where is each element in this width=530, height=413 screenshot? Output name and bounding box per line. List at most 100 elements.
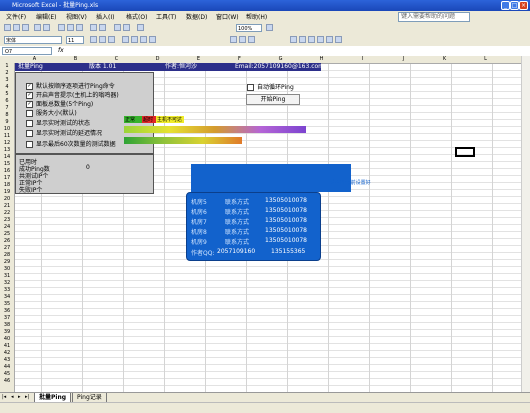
option-row[interactable]: 显示实时测试的状态	[26, 118, 90, 127]
menu-file[interactable]: 文件(F)	[6, 12, 26, 21]
menu-tools[interactable]: 工具(T)	[156, 12, 176, 21]
vertical-scrollbar[interactable]	[521, 56, 530, 392]
row-number[interactable]: 1	[0, 63, 14, 70]
align-center-icon[interactable]	[131, 36, 138, 43]
checkbox-icon[interactable]: ✓	[26, 101, 33, 108]
row-number[interactable]: 10	[0, 126, 14, 133]
row-number[interactable]: 17	[0, 175, 14, 182]
maximize-icon[interactable]: □	[510, 1, 519, 10]
menu-edit[interactable]: 编辑(E)	[36, 12, 56, 21]
menu-view[interactable]: 视图(V)	[66, 12, 87, 21]
column-letter[interactable]: E	[178, 56, 219, 63]
paste-icon[interactable]	[76, 24, 83, 31]
row-number[interactable]: 13	[0, 147, 14, 154]
row-number[interactable]: 43	[0, 357, 14, 364]
redo-icon[interactable]	[99, 24, 106, 31]
row-number[interactable]: 5	[0, 91, 14, 98]
option-row[interactable]: 显示实时测试的延迟情况	[26, 128, 102, 137]
row-number[interactable]: 23	[0, 217, 14, 224]
row-number[interactable]: 16	[0, 168, 14, 175]
option-row[interactable]: 显示最后60次数量的测试数据	[26, 139, 116, 148]
merge-icon[interactable]	[149, 36, 156, 43]
italic-icon[interactable]	[99, 36, 106, 43]
column-letter[interactable]: J	[383, 56, 424, 63]
row-number[interactable]: 7	[0, 105, 14, 112]
row-number[interactable]: 28	[0, 252, 14, 259]
zoom-select[interactable]: 100%	[236, 24, 262, 32]
row-number[interactable]: 44	[0, 364, 14, 371]
auto-ping-option[interactable]: 自动循环Ping	[247, 82, 294, 91]
column-letter[interactable]: C	[96, 56, 137, 63]
row-number[interactable]: 42	[0, 350, 14, 357]
row-number[interactable]: 20	[0, 196, 14, 203]
print-icon[interactable]	[34, 24, 41, 31]
column-letter[interactable]: I	[342, 56, 383, 63]
row-number[interactable]: 9	[0, 119, 14, 126]
row-number[interactable]: 41	[0, 343, 14, 350]
row-number[interactable]: 3	[0, 77, 14, 84]
option-row[interactable]: 服务大小(默认)	[26, 108, 77, 117]
drawing-tool-icon[interactable]	[290, 36, 297, 43]
checkbox-icon[interactable]	[26, 110, 33, 117]
minimize-icon[interactable]: _	[501, 1, 510, 10]
bold-icon[interactable]	[90, 36, 97, 43]
row-number[interactable]: 29	[0, 259, 14, 266]
row-number[interactable]: 36	[0, 308, 14, 315]
column-letter[interactable]: F	[219, 56, 260, 63]
row-number[interactable]: 18	[0, 182, 14, 189]
row-number[interactable]: 12	[0, 140, 14, 147]
row-number[interactable]: 21	[0, 203, 14, 210]
row-number[interactable]: 30	[0, 266, 14, 273]
menu-format[interactable]: 格式(O)	[126, 12, 147, 21]
drawing-tool-icon[interactable]	[326, 36, 333, 43]
drawing-tool-icon[interactable]	[299, 36, 306, 43]
row-number[interactable]: 8	[0, 112, 14, 119]
row-number[interactable]: 15	[0, 161, 14, 168]
option-row[interactable]: ✓ 开启声音提示(主机上的嗡鸣器)	[26, 90, 119, 99]
option-row[interactable]: ✓ 面板总数量(5个Ping)	[26, 99, 93, 108]
row-number[interactable]: 19	[0, 189, 14, 196]
column-letter[interactable]: K	[424, 56, 465, 63]
row-number[interactable]: 22	[0, 210, 14, 217]
fill-color-icon[interactable]	[239, 36, 246, 43]
menu-insert[interactable]: 插入(I)	[96, 12, 114, 21]
column-letter[interactable]: L	[465, 56, 506, 63]
open-icon[interactable]	[13, 24, 20, 31]
checkbox-icon[interactable]	[247, 84, 254, 91]
font-color-icon[interactable]	[248, 36, 255, 43]
row-number[interactable]: 2	[0, 70, 14, 77]
chart-icon[interactable]	[137, 24, 144, 31]
align-right-icon[interactable]	[140, 36, 147, 43]
row-number[interactable]: 37	[0, 315, 14, 322]
row-number[interactable]: 25	[0, 231, 14, 238]
row-number[interactable]: 38	[0, 322, 14, 329]
save-icon[interactable]	[22, 24, 29, 31]
row-number[interactable]: 40	[0, 336, 14, 343]
checkbox-icon[interactable]	[26, 130, 33, 137]
menu-help[interactable]: 帮助(H)	[246, 12, 267, 21]
column-letter[interactable]: A	[14, 56, 55, 63]
help-icon[interactable]	[266, 24, 273, 31]
column-letter[interactable]: H	[301, 56, 342, 63]
drawing-tool-icon[interactable]	[308, 36, 315, 43]
checkbox-icon[interactable]	[26, 141, 33, 148]
align-left-icon[interactable]	[122, 36, 129, 43]
row-number[interactable]: 32	[0, 280, 14, 287]
sum-icon[interactable]	[114, 24, 121, 31]
drawing-tool-icon[interactable]	[335, 36, 342, 43]
checkbox-icon[interactable]	[26, 120, 33, 127]
fx-icon[interactable]: fx	[58, 47, 64, 54]
row-number[interactable]: 39	[0, 329, 14, 336]
row-number[interactable]: 14	[0, 154, 14, 161]
undo-icon[interactable]	[90, 24, 97, 31]
row-number[interactable]: 6	[0, 98, 14, 105]
tab-nav-last-icon[interactable]: ▸|	[25, 394, 29, 400]
tab-nav-next-icon[interactable]: ▸	[18, 394, 21, 400]
column-letter[interactable]: B	[55, 56, 96, 63]
drawing-tool-icon[interactable]	[317, 36, 324, 43]
row-number[interactable]: 46	[0, 378, 14, 385]
tab-nav-first-icon[interactable]: |◂	[2, 394, 6, 400]
row-number[interactable]: 27	[0, 245, 14, 252]
row-number[interactable]: 45	[0, 371, 14, 378]
row-number[interactable]: 33	[0, 287, 14, 294]
